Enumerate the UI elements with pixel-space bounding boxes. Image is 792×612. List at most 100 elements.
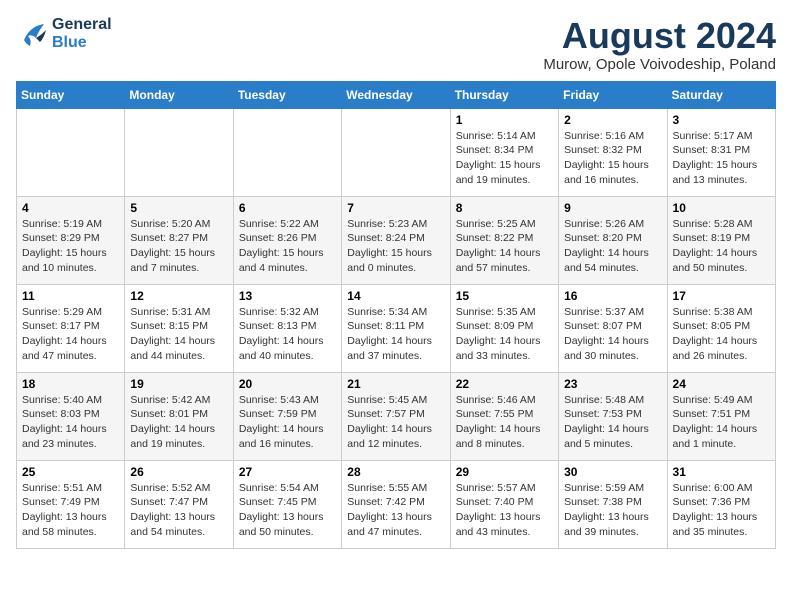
day-info: Sunrise: 5:48 AM Sunset: 7:53 PM Dayligh… [564, 393, 661, 452]
day-info: Sunrise: 5:20 AM Sunset: 8:27 PM Dayligh… [130, 217, 227, 276]
calendar-cell: 30 Sunrise: 5:59 AM Sunset: 7:38 PM Dayli… [559, 460, 667, 548]
day-number: 19 [130, 377, 227, 391]
weekday-header-monday: Monday [125, 81, 233, 108]
day-info: Sunrise: 5:34 AM Sunset: 8:11 PM Dayligh… [347, 305, 444, 364]
day-info: Sunrise: 5:17 AM Sunset: 8:31 PM Dayligh… [673, 129, 770, 188]
calendar-cell [17, 108, 125, 196]
calendar-cell [233, 108, 341, 196]
day-number: 7 [347, 201, 444, 215]
calendar-cell: 31 Sunrise: 6:00 AM Sunset: 7:36 PM Dayli… [667, 460, 775, 548]
day-info: Sunrise: 5:59 AM Sunset: 7:38 PM Dayligh… [564, 481, 661, 540]
day-number: 8 [456, 201, 553, 215]
logo-icon [16, 20, 48, 48]
calendar-cell: 19 Sunrise: 5:42 AM Sunset: 8:01 PM Dayli… [125, 372, 233, 460]
logo-text: General Blue [52, 16, 112, 51]
calendar-cell: 21Sunrise: 5:45 AM Sunset: 7:57 PM Dayli… [342, 372, 450, 460]
day-number: 28 [347, 465, 444, 479]
day-info: Sunrise: 5:32 AM Sunset: 8:13 PM Dayligh… [239, 305, 336, 364]
day-number: 2 [564, 113, 661, 127]
calendar-cell: 24Sunrise: 5:49 AM Sunset: 7:51 PM Dayli… [667, 372, 775, 460]
calendar-cell: 25 Sunrise: 5:51 AM Sunset: 7:49 PM Dayli… [17, 460, 125, 548]
day-info: Sunrise: 5:57 AM Sunset: 7:40 PM Dayligh… [456, 481, 553, 540]
day-info: Sunrise: 5:43 AM Sunset: 7:59 PM Dayligh… [239, 393, 336, 452]
month-title: August 2024 [543, 16, 776, 56]
day-info: Sunrise: 5:22 AM Sunset: 8:26 PM Dayligh… [239, 217, 336, 276]
day-number: 4 [22, 201, 119, 215]
weekday-header-saturday: Saturday [667, 81, 775, 108]
weekday-header-friday: Friday [559, 81, 667, 108]
day-number: 1 [456, 113, 553, 127]
calendar-cell: 23 Sunrise: 5:48 AM Sunset: 7:53 PM Dayli… [559, 372, 667, 460]
calendar-cell: 28Sunrise: 5:55 AM Sunset: 7:42 PM Dayli… [342, 460, 450, 548]
calendar-cell: 2 Sunrise: 5:16 AM Sunset: 8:32 PM Daylig… [559, 108, 667, 196]
calendar-cell: 15 Sunrise: 5:35 AM Sunset: 8:09 PM Dayli… [450, 284, 558, 372]
location-subtitle: Murow, Opole Voivodeship, Poland [543, 56, 776, 73]
calendar-cell [125, 108, 233, 196]
day-number: 13 [239, 289, 336, 303]
day-info: Sunrise: 5:29 AM Sunset: 8:17 PM Dayligh… [22, 305, 119, 364]
day-info: Sunrise: 5:54 AM Sunset: 7:45 PM Dayligh… [239, 481, 336, 540]
weekday-header-sunday: Sunday [17, 81, 125, 108]
weekday-header-thursday: Thursday [450, 81, 558, 108]
day-info: Sunrise: 5:42 AM Sunset: 8:01 PM Dayligh… [130, 393, 227, 452]
calendar-cell: 13 Sunrise: 5:32 AM Sunset: 8:13 PM Dayli… [233, 284, 341, 372]
day-info: Sunrise: 5:23 AM Sunset: 8:24 PM Dayligh… [347, 217, 444, 276]
day-number: 16 [564, 289, 661, 303]
day-info: Sunrise: 5:35 AM Sunset: 8:09 PM Dayligh… [456, 305, 553, 364]
day-number: 14 [347, 289, 444, 303]
day-number: 24 [673, 377, 770, 391]
calendar-cell: 18Sunrise: 5:40 AM Sunset: 8:03 PM Dayli… [17, 372, 125, 460]
calendar-cell: 4Sunrise: 5:19 AM Sunset: 8:29 PM Daylig… [17, 196, 125, 284]
day-number: 18 [22, 377, 119, 391]
calendar-week-4: 18Sunrise: 5:40 AM Sunset: 8:03 PM Dayli… [17, 372, 776, 460]
day-info: Sunrise: 5:51 AM Sunset: 7:49 PM Dayligh… [22, 481, 119, 540]
page-header: General Blue August 2024 Murow, Opole Vo… [16, 16, 776, 73]
day-number: 10 [673, 201, 770, 215]
day-number: 26 [130, 465, 227, 479]
day-number: 22 [456, 377, 553, 391]
day-info: Sunrise: 5:38 AM Sunset: 8:05 PM Dayligh… [673, 305, 770, 364]
day-info: Sunrise: 5:26 AM Sunset: 8:20 PM Dayligh… [564, 217, 661, 276]
day-info: Sunrise: 5:31 AM Sunset: 8:15 PM Dayligh… [130, 305, 227, 364]
day-info: Sunrise: 5:25 AM Sunset: 8:22 PM Dayligh… [456, 217, 553, 276]
day-info: Sunrise: 5:46 AM Sunset: 7:55 PM Dayligh… [456, 393, 553, 452]
calendar-week-1: 1 Sunrise: 5:14 AM Sunset: 8:34 PM Daylig… [17, 108, 776, 196]
day-number: 30 [564, 465, 661, 479]
day-number: 31 [673, 465, 770, 479]
calendar-table: SundayMondayTuesdayWednesdayThursdayFrid… [16, 81, 776, 549]
day-number: 11 [22, 289, 119, 303]
calendar-cell: 20 Sunrise: 5:43 AM Sunset: 7:59 PM Dayli… [233, 372, 341, 460]
calendar-body: 1 Sunrise: 5:14 AM Sunset: 8:34 PM Daylig… [17, 108, 776, 548]
calendar-cell: 9 Sunrise: 5:26 AM Sunset: 8:20 PM Daylig… [559, 196, 667, 284]
day-number: 20 [239, 377, 336, 391]
weekday-header-row: SundayMondayTuesdayWednesdayThursdayFrid… [17, 81, 776, 108]
logo: General Blue [16, 16, 112, 51]
day-number: 6 [239, 201, 336, 215]
day-number: 17 [673, 289, 770, 303]
calendar-cell: 11 Sunrise: 5:29 AM Sunset: 8:17 PM Dayli… [17, 284, 125, 372]
day-number: 9 [564, 201, 661, 215]
day-number: 29 [456, 465, 553, 479]
calendar-week-2: 4Sunrise: 5:19 AM Sunset: 8:29 PM Daylig… [17, 196, 776, 284]
calendar-cell: 7 Sunrise: 5:23 AM Sunset: 8:24 PM Daylig… [342, 196, 450, 284]
day-number: 23 [564, 377, 661, 391]
day-number: 25 [22, 465, 119, 479]
calendar-cell: 5 Sunrise: 5:20 AM Sunset: 8:27 PM Daylig… [125, 196, 233, 284]
day-info: Sunrise: 5:16 AM Sunset: 8:32 PM Dayligh… [564, 129, 661, 188]
day-number: 5 [130, 201, 227, 215]
calendar-cell: 12 Sunrise: 5:31 AM Sunset: 8:15 PM Dayli… [125, 284, 233, 372]
day-info: Sunrise: 5:37 AM Sunset: 8:07 PM Dayligh… [564, 305, 661, 364]
calendar-cell: 16 Sunrise: 5:37 AM Sunset: 8:07 PM Dayli… [559, 284, 667, 372]
day-info: Sunrise: 5:14 AM Sunset: 8:34 PM Dayligh… [456, 129, 553, 188]
calendar-cell: 26 Sunrise: 5:52 AM Sunset: 7:47 PM Dayli… [125, 460, 233, 548]
calendar-cell: 6 Sunrise: 5:22 AM Sunset: 8:26 PM Daylig… [233, 196, 341, 284]
calendar-week-5: 25 Sunrise: 5:51 AM Sunset: 7:49 PM Dayli… [17, 460, 776, 548]
calendar-cell: 1 Sunrise: 5:14 AM Sunset: 8:34 PM Daylig… [450, 108, 558, 196]
day-info: Sunrise: 5:52 AM Sunset: 7:47 PM Dayligh… [130, 481, 227, 540]
calendar-cell: 17 Sunrise: 5:38 AM Sunset: 8:05 PM Dayli… [667, 284, 775, 372]
day-number: 15 [456, 289, 553, 303]
weekday-header-tuesday: Tuesday [233, 81, 341, 108]
day-number: 12 [130, 289, 227, 303]
day-info: Sunrise: 6:00 AM Sunset: 7:36 PM Dayligh… [673, 481, 770, 540]
calendar-cell: 10Sunrise: 5:28 AM Sunset: 8:19 PM Dayli… [667, 196, 775, 284]
